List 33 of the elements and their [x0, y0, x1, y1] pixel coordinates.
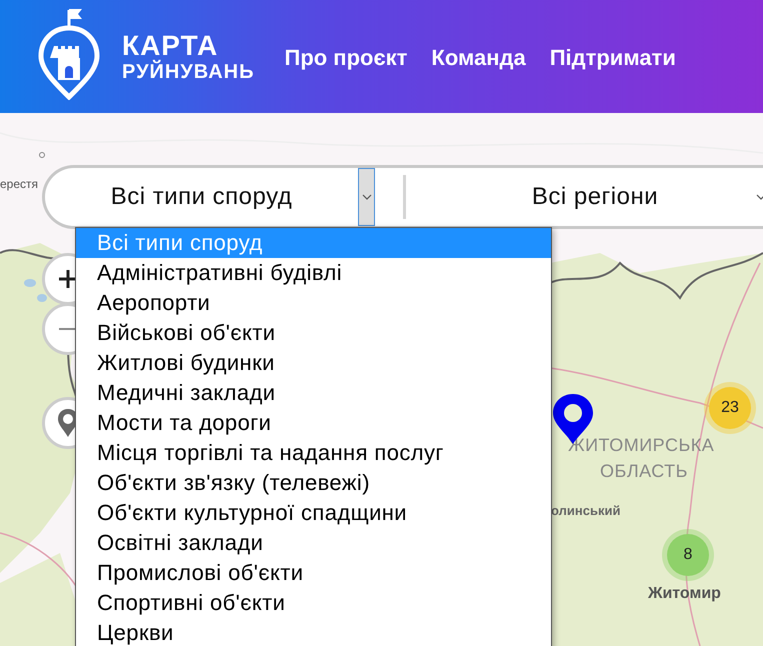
- logo-title: КАРТА: [122, 30, 218, 60]
- logo-subtitle: РУЙНУВАНЬ: [122, 60, 254, 82]
- dropdown-option[interactable]: Об'єкти культурної спадщини: [76, 498, 551, 528]
- cluster-marker[interactable]: 8: [662, 529, 714, 581]
- dropdown-option[interactable]: Адміністративні будівлі: [76, 258, 551, 288]
- dropdown-option[interactable]: Спортивні об'єкти: [76, 588, 551, 618]
- dropdown-option[interactable]: Аеропорти: [76, 288, 551, 318]
- nav-link[interactable]: Підтримати: [550, 44, 676, 70]
- dropdown-option[interactable]: Освітні заклади: [76, 528, 551, 558]
- cluster-marker[interactable]: 23: [704, 382, 756, 434]
- dropdown-toggle[interactable]: [358, 168, 375, 226]
- minus-icon: [59, 328, 77, 330]
- dropdown-option[interactable]: Об'єкти зв'язку (телевежі): [76, 468, 551, 498]
- select-value: Всі типи споруд: [110, 183, 294, 211]
- select-field[interactable]: Всі регіони: [434, 168, 763, 226]
- dropdown-option[interactable]: Місця торгівлі та надання послуг: [76, 438, 551, 468]
- dropdown-option[interactable]: Медичні заклади: [76, 378, 551, 408]
- dropdown-option[interactable]: Церкви: [76, 618, 551, 646]
- plus-icon: [59, 270, 77, 288]
- map-label: ерестя: [0, 177, 38, 191]
- map-label: олинський: [551, 503, 620, 518]
- dropdown-option[interactable]: Промислові об'єкти: [76, 558, 551, 588]
- dropdown-option[interactable]: Військові об'єкти: [76, 318, 551, 348]
- select-field[interactable]: Всі типи споруд: [45, 168, 375, 226]
- map-label: Житомир: [648, 585, 721, 603]
- dropdown-option[interactable]: Житлові будинки: [76, 348, 551, 378]
- chevron-icon: [362, 194, 372, 200]
- pin-icon: [58, 409, 78, 437]
- map-label: ОБЛАСТЬ: [600, 461, 688, 482]
- dropdown-option[interactable]: Мости та дороги: [76, 408, 551, 438]
- select-value: Всі регіони: [530, 183, 660, 211]
- nav-link[interactable]: Команда: [431, 44, 526, 70]
- nav-link[interactable]: Про проєкт: [284, 44, 408, 70]
